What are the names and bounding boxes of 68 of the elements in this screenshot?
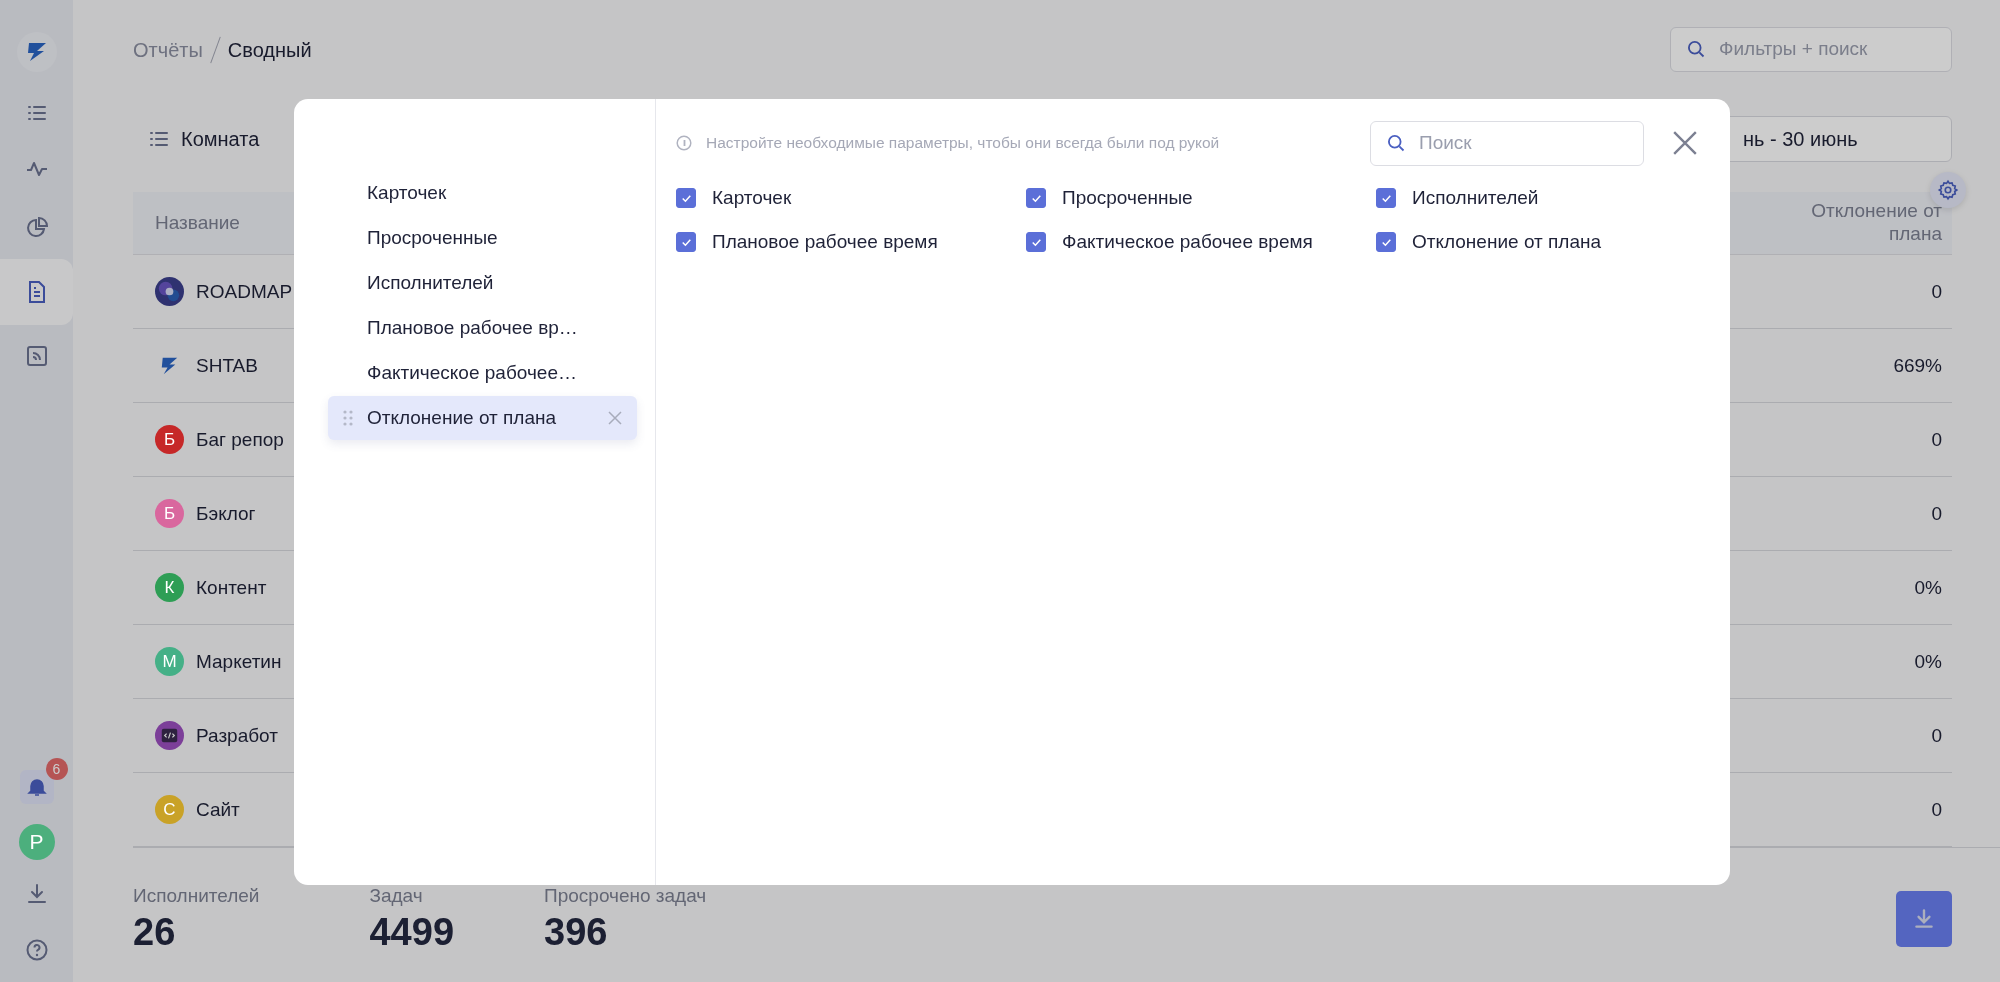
project-avatar-icon (155, 277, 184, 306)
pie-chart-icon (24, 216, 49, 240)
checkbox[interactable] (1376, 188, 1396, 208)
stat-value: 4499 (369, 910, 455, 954)
column-option[interactable]: Плановое рабочее время (676, 231, 1026, 253)
close-icon[interactable] (1672, 130, 1698, 156)
selected-column-item[interactable]: Фактическое рабочее… (328, 351, 637, 395)
filter-search-field[interactable]: Фильтры + поиск (1670, 26, 1952, 72)
table-cell: 0 (1931, 798, 1942, 821)
drag-handle-icon[interactable] (343, 410, 353, 426)
stat-value: 396 (544, 910, 609, 954)
checkbox[interactable] (676, 188, 696, 208)
table-cell: 0% (1914, 650, 1942, 673)
project-avatar: К (155, 573, 184, 602)
selected-column-item[interactable]: Карточек (328, 171, 637, 215)
info-icon (676, 135, 692, 151)
project-name[interactable]: Баг репор (196, 428, 284, 451)
grouping-button[interactable]: Комната (147, 127, 260, 151)
project-avatar: Б (155, 499, 184, 528)
project-name[interactable]: SHTAB (196, 354, 258, 377)
project-name[interactable]: Контент (196, 576, 267, 599)
column-option[interactable]: Фактическое рабочее время (1026, 231, 1376, 253)
table-cell: 0 (1931, 724, 1942, 747)
project-name[interactable]: Разработ (196, 724, 278, 747)
search-icon (1686, 38, 1706, 59)
selected-column-item[interactable]: Плановое рабочее вр… (328, 306, 637, 350)
help-icon[interactable] (24, 938, 49, 962)
table-cell: 0 (1931, 280, 1942, 303)
checkbox[interactable] (1376, 232, 1396, 252)
table-cell: 0 (1931, 502, 1942, 525)
stat-label: Исполнителей (133, 884, 260, 907)
table-cell: 669% (1893, 354, 1942, 377)
download-button[interactable] (1896, 891, 1952, 947)
project-name[interactable]: Бэклог (196, 502, 256, 525)
column-header: Название (155, 212, 240, 234)
search-icon (1386, 132, 1406, 153)
project-avatar: С (155, 795, 184, 824)
selected-column-item[interactable]: Отклонение от плана (328, 396, 637, 440)
checkbox[interactable] (676, 232, 696, 252)
table-cell: 0 (1931, 428, 1942, 451)
column-header: Отклонение от плана (1811, 200, 1942, 246)
feed-icon (24, 344, 49, 368)
stat-value: 26 (133, 910, 177, 954)
search-field[interactable]: Поиск (1370, 120, 1644, 166)
project-avatar: М (155, 647, 184, 676)
column-option[interactable]: Исполнителей (1376, 187, 1702, 209)
sidebar-item[interactable] (0, 259, 73, 325)
settings-button[interactable] (1930, 172, 1966, 208)
stat-label: Просрочено задач (544, 884, 707, 907)
column-option[interactable]: Просроченные (1026, 187, 1376, 209)
code-icon (155, 721, 184, 750)
notifications-button[interactable] (19, 770, 54, 804)
selected-column-item[interactable]: Исполнителей (328, 261, 637, 305)
column-option[interactable]: Отклонение от плана (1376, 231, 1702, 253)
settings-icon (1937, 179, 1959, 201)
notification-badge: 6 (45, 758, 68, 780)
checkbox[interactable] (1026, 232, 1046, 252)
table-cell: 0% (1914, 576, 1942, 599)
project-avatar: Б (155, 425, 184, 454)
project-name[interactable]: Маркетин (196, 650, 282, 673)
checkbox[interactable] (1026, 188, 1046, 208)
breadcrumb: Сводный (227, 38, 312, 62)
column-option[interactable]: Карточек (676, 187, 1026, 209)
project-name[interactable]: Сайт (196, 798, 240, 821)
stat-label: Задач (369, 884, 424, 907)
selected-column-item[interactable]: Просроченные (328, 216, 637, 260)
hint-text: Настройте необходимые параметры, чтобы они всегда были под рукой (706, 134, 1220, 152)
project-name[interactable]: ROADMAP (196, 280, 293, 303)
